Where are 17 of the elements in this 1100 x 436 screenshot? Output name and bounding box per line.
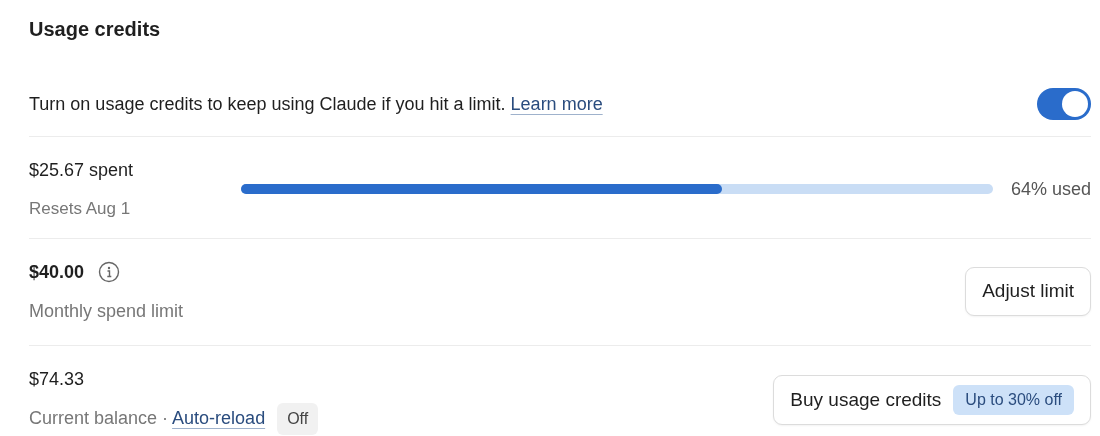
- spent-amount: $25.67 spent: [29, 159, 135, 182]
- status-tag: Off: [277, 402, 319, 435]
- auto-reload-link[interactable]: Auto-reload: [172, 408, 266, 428]
- adjust-limit-button[interactable]: Adjust limit: [965, 267, 1091, 316]
- buy-credits-button[interactable]: Buy usage credits Up to 30% off: [773, 375, 1091, 425]
- usage-percent: 64% used: [1010, 177, 1091, 201]
- discount-tag: Up to 30% off: [953, 385, 1074, 415]
- learn-more-link[interactable]: Learn more: [510, 93, 603, 114]
- toggle-switch[interactable]: [1037, 88, 1091, 120]
- balance-amount: $74.33: [29, 367, 86, 391]
- balance-text: Current balance · Auto-reload: [29, 407, 266, 430]
- limit-amount: $40.00: [29, 260, 85, 284]
- description-text: Turn on usage credits to keep using Claude if you hit a limit. Learn more: [29, 92, 604, 116]
- limit-label: Monthly spend limit: [29, 299, 185, 323]
- reset-date: Resets Aug 1: [29, 198, 132, 220]
- info-icon[interactable]: [98, 261, 121, 283]
- section-title: Usage credits: [29, 17, 162, 42]
